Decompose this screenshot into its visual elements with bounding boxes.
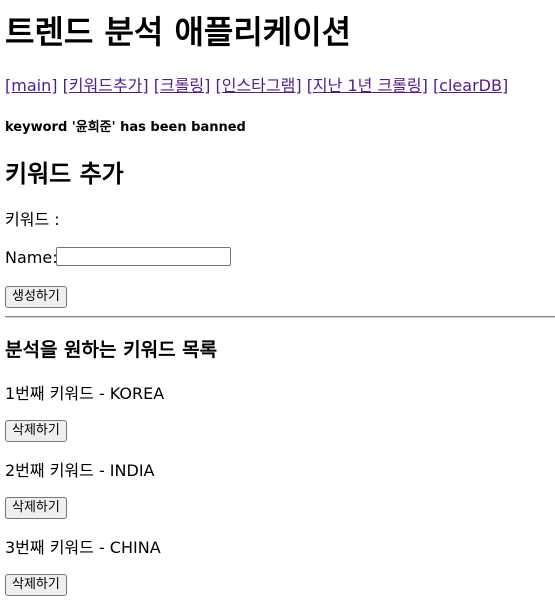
section-divider [5, 316, 555, 318]
list-item: 2번째 키워드 - INDIA 삭제하기 [5, 461, 305, 531]
nav-link-add-keyword[interactable]: [키워드추가] [63, 76, 149, 95]
keyword-list-heading: 분석을 원하는 키워드 목록 [5, 339, 218, 361]
create-button[interactable]: 생성하기 [5, 286, 67, 308]
nav-link-clear-db[interactable]: [clearDB] [433, 76, 508, 95]
name-label: Name: [5, 248, 58, 267]
list-item: 3번째 키워드 - CHINA 삭제하기 [5, 538, 305, 608]
keyword-text: 2번째 키워드 - INDIA [5, 461, 155, 480]
nav-link-main[interactable]: [main] [5, 76, 57, 95]
nav-link-last-year-crawling[interactable]: [지난 1년 크롤링] [307, 76, 428, 95]
name-input[interactable] [56, 247, 231, 266]
list-item: 1번째 키워드 - KOREA 삭제하기 [5, 384, 305, 454]
status-message: keyword '윤희준' has been banned [5, 120, 246, 135]
add-keyword-heading: 키워드 추가 [5, 160, 124, 188]
nav-link-instagram[interactable]: [인스타그램] [216, 76, 302, 95]
nav-bar: [main] [키워드추가] [크롤링] [인스타그램] [지난 1년 크롤링]… [5, 76, 508, 96]
delete-button[interactable]: 삭제하기 [5, 574, 67, 596]
delete-button[interactable]: 삭제하기 [5, 420, 67, 442]
page-title: 트렌드 분석 애플리케이션 [5, 13, 352, 51]
keyword-label: 키워드 : [5, 210, 60, 229]
delete-button[interactable]: 삭제하기 [5, 497, 67, 519]
keyword-text: 3번째 키워드 - CHINA [5, 538, 161, 557]
nav-link-crawling[interactable]: [크롤링] [154, 76, 211, 95]
keyword-text: 1번째 키워드 - KOREA [5, 384, 165, 403]
